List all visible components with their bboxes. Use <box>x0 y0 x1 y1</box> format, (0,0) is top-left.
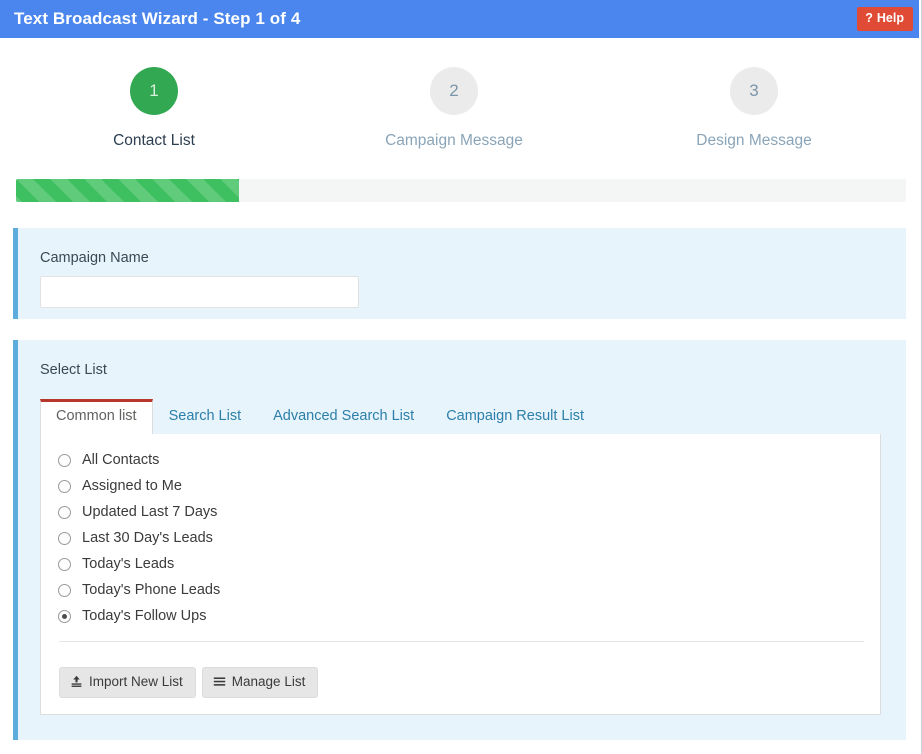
campaign-name-input[interactable] <box>40 276 359 308</box>
step-3-circle: 3 <box>730 67 778 115</box>
radio-label: Today's Leads <box>82 556 174 572</box>
wizard-progress-bar <box>16 179 906 202</box>
step-1-label: Contact List <box>113 132 195 150</box>
list-item[interactable]: All Contacts <box>58 447 880 473</box>
help-button[interactable]: ? Help <box>857 7 913 31</box>
contact-list-radio-group: All Contacts Assigned to Me Updated Last… <box>41 434 880 629</box>
radio-updated-last-7-days[interactable] <box>58 506 71 519</box>
list-action-buttons: Import New List Manage List <box>59 667 318 698</box>
hamburger-list-icon <box>213 675 226 688</box>
radio-label: Today's Phone Leads <box>82 582 220 598</box>
list-item[interactable]: Last 30 Day's Leads <box>58 525 880 551</box>
radio-assigned-to-me[interactable] <box>58 480 71 493</box>
list-item[interactable]: Today's Follow Ups <box>58 603 880 629</box>
step-design-message[interactable]: 3 Design Message <box>604 38 904 170</box>
radio-label: Today's Follow Ups <box>82 608 206 624</box>
radio-todays-leads[interactable] <box>58 558 71 571</box>
import-new-list-button[interactable]: Import New List <box>59 667 196 698</box>
question-mark-icon: ? <box>865 12 873 25</box>
step-2-circle: 2 <box>430 67 478 115</box>
list-item[interactable]: Assigned to Me <box>58 473 880 499</box>
tab-campaign-result-list[interactable]: Campaign Result List <box>430 399 600 434</box>
step-2-label: Campaign Message <box>385 132 523 150</box>
select-list-label: Select List <box>18 340 906 378</box>
section-divider <box>59 641 864 642</box>
help-button-label: Help <box>877 12 904 25</box>
radio-last-30-days-leads[interactable] <box>58 532 71 545</box>
campaign-name-label: Campaign Name <box>18 228 906 266</box>
radio-todays-follow-ups[interactable] <box>58 610 71 623</box>
step-1-circle: 1 <box>130 67 178 115</box>
radio-label: All Contacts <box>82 452 159 468</box>
step-3-label: Design Message <box>696 132 811 150</box>
tab-advanced-search-list[interactable]: Advanced Search List <box>257 399 430 434</box>
progress-fill <box>16 179 239 202</box>
common-list-tab-panel: All Contacts Assigned to Me Updated Last… <box>40 434 881 715</box>
list-item[interactable]: Today's Leads <box>58 551 880 577</box>
list-source-tabs: Common list Search List Advanced Search … <box>40 399 906 434</box>
wizard-page: Text Broadcast Wizard - Step 1 of 4 ? He… <box>0 0 922 754</box>
radio-label: Last 30 Day's Leads <box>82 530 213 546</box>
list-item[interactable]: Today's Phone Leads <box>58 577 880 603</box>
step-campaign-message[interactable]: 2 Campaign Message <box>304 38 604 170</box>
step-contact-list[interactable]: 1 Contact List <box>4 38 304 170</box>
upload-icon <box>70 675 83 688</box>
import-new-list-label: Import New List <box>89 675 183 689</box>
radio-all-contacts[interactable] <box>58 454 71 467</box>
tab-search-list[interactable]: Search List <box>153 399 258 434</box>
radio-label: Updated Last 7 Days <box>82 504 217 520</box>
radio-todays-phone-leads[interactable] <box>58 584 71 597</box>
manage-list-label: Manage List <box>232 675 306 689</box>
wizard-stepper: 1 Contact List 2 Campaign Message 3 Desi… <box>0 38 919 170</box>
manage-list-button[interactable]: Manage List <box>202 667 319 698</box>
tab-common-list[interactable]: Common list <box>40 399 153 434</box>
page-title: Text Broadcast Wizard - Step 1 of 4 <box>14 9 300 29</box>
radio-label: Assigned to Me <box>82 478 182 494</box>
wizard-header: Text Broadcast Wizard - Step 1 of 4 ? He… <box>0 0 919 38</box>
campaign-name-panel: Campaign Name <box>13 228 906 319</box>
list-item[interactable]: Updated Last 7 Days <box>58 499 880 525</box>
select-list-panel: Select List Common list Search List Adva… <box>13 340 906 740</box>
